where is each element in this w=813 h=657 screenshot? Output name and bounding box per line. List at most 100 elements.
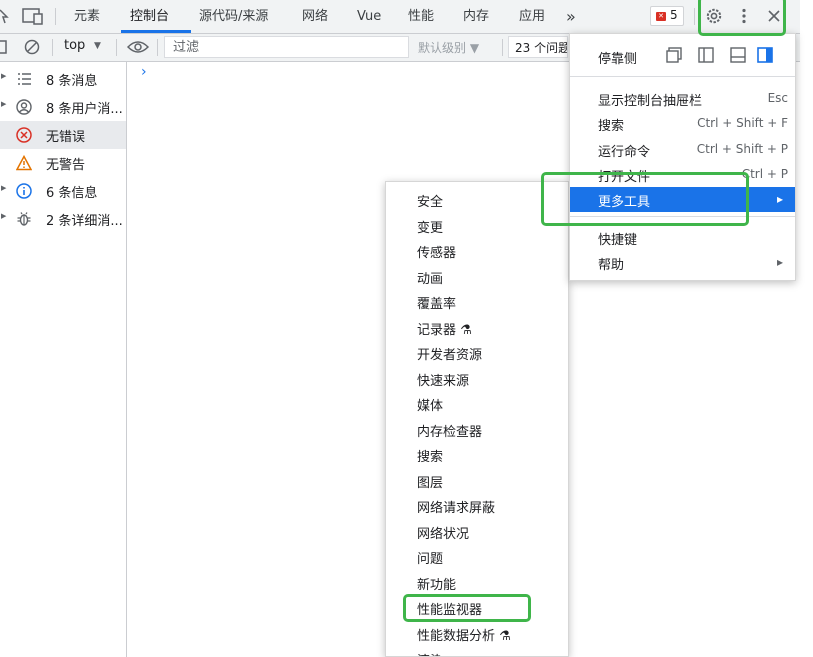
menu-item-label: 帮助 bbox=[598, 258, 625, 273]
menu-item-network-conditions[interactable]: 网络状况 bbox=[417, 523, 469, 545]
submenu-arrow-icon: ▸ bbox=[776, 192, 783, 206]
sidebar-item-label: 8 条消息 bbox=[46, 74, 98, 89]
warning-icon bbox=[15, 154, 33, 171]
tab-vue[interactable]: Vue bbox=[357, 0, 381, 33]
live-expression-eye-icon[interactable] bbox=[126, 40, 150, 58]
tab-application[interactable]: 应用 bbox=[519, 0, 545, 33]
chevron-down-icon[interactable]: ▼ bbox=[94, 41, 101, 51]
menu-item-more-tools[interactable]: 更多工具 ▸ bbox=[570, 187, 795, 212]
customize-devtools-menu: 停靠侧 显示控制台抽屉栏 Esc 搜索 Ctrl + Shift + F 运行命… bbox=[569, 33, 796, 281]
log-levels-dropdown[interactable]: 默认级别 ▼ bbox=[418, 39, 479, 56]
tab-network[interactable]: 网络 bbox=[302, 0, 328, 33]
menu-item-performance-insights[interactable]: 性能数据分析 ⚗ bbox=[417, 625, 511, 647]
divider bbox=[55, 8, 56, 25]
expand-arrow-icon[interactable]: ▶ bbox=[1, 100, 6, 108]
inspect-element-icon[interactable] bbox=[0, 7, 10, 29]
menu-item-sensors[interactable]: 传感器 bbox=[417, 242, 456, 264]
menu-item-label: 更多工具 bbox=[598, 195, 651, 210]
sidebar-item-verbose[interactable]: ▶ 2 条详细消... bbox=[0, 205, 126, 233]
menu-item-open-file[interactable]: 打开文件 Ctrl + P bbox=[570, 162, 795, 187]
menu-item-shortcut: Ctrl + Shift + P bbox=[696, 142, 788, 156]
menu-item-changes[interactable]: 变更 bbox=[417, 217, 443, 239]
expand-arrow-icon[interactable]: ▶ bbox=[1, 72, 6, 80]
filter-field[interactable] bbox=[164, 36, 409, 58]
divider bbox=[116, 39, 117, 56]
dock-bottom-icon[interactable] bbox=[730, 47, 746, 63]
menu-item-quick-source[interactable]: 快速来源 bbox=[417, 370, 469, 392]
menu-item-search[interactable]: 搜索 bbox=[417, 446, 443, 468]
menu-item-security[interactable]: 安全 bbox=[417, 191, 443, 213]
error-count: 5 bbox=[670, 8, 678, 22]
expand-arrow-icon[interactable]: ▶ bbox=[1, 184, 6, 192]
undock-icon[interactable] bbox=[666, 47, 682, 63]
sidebar-item-label: 2 条详细消... bbox=[46, 214, 123, 229]
menu-item-shortcut: Esc bbox=[767, 91, 788, 105]
menu-item-rendering[interactable]: 渲染 bbox=[417, 650, 443, 656]
menu-item-show-console-drawer[interactable]: 显示控制台抽屉栏 Esc bbox=[570, 86, 795, 111]
menu-item-recorder[interactable]: 记录器 ⚗ bbox=[417, 319, 472, 341]
menu-item-help[interactable]: 帮助 ▸ bbox=[570, 250, 795, 275]
sidebar-item-label: 8 条用户消... bbox=[46, 102, 123, 117]
menu-item-label: 搜索 bbox=[598, 119, 625, 134]
menu-separator bbox=[570, 216, 795, 217]
submenu-arrow-icon: ▸ bbox=[776, 255, 783, 269]
menu-item-animations[interactable]: 动画 bbox=[417, 268, 443, 290]
issues-label: 23 个问题 bbox=[515, 41, 568, 55]
menu-item-developer-resources[interactable]: 开发者资源 bbox=[417, 344, 482, 366]
menu-item-media[interactable]: 媒体 bbox=[417, 395, 443, 417]
dock-side-label: 停靠侧 bbox=[598, 52, 638, 67]
dock-left-icon[interactable] bbox=[698, 47, 714, 63]
sidebar-item-info[interactable]: ▶ 6 条信息 bbox=[0, 177, 126, 205]
sidebar-toggle-icon[interactable] bbox=[0, 40, 8, 58]
device-toolbar-icon[interactable] bbox=[22, 8, 44, 29]
devtools-tab-bar: 元素 控制台 源代码/来源 网络 Vue 性能 内存 应用 » ✕ 5 bbox=[0, 0, 800, 34]
sidebar-item-messages[interactable]: ▶ 8 条消息 bbox=[0, 65, 126, 93]
tab-elements[interactable]: 元素 bbox=[74, 0, 100, 33]
menu-item-label: 打开文件 bbox=[598, 170, 651, 185]
menu-item-search[interactable]: 搜索 Ctrl + Shift + F bbox=[570, 111, 795, 136]
sidebar-item-label: 6 条信息 bbox=[46, 186, 98, 201]
tab-console[interactable]: 控制台 bbox=[130, 0, 169, 33]
sidebar-item-user-messages[interactable]: ▶ 8 条用户消... bbox=[0, 93, 126, 121]
menu-item-memory-inspector[interactable]: 内存检查器 bbox=[417, 421, 482, 443]
menu-item-run-command[interactable]: 运行命令 Ctrl + Shift + P bbox=[570, 137, 795, 162]
menu-item-coverage[interactable]: 覆盖率 bbox=[417, 293, 456, 315]
context-selector[interactable]: top bbox=[64, 38, 85, 53]
console-sidebar: ▶ 8 条消息 ▶ 8 条用户消... 无错误 无警告 ▶ 6 条信息 ▶ 2 … bbox=[0, 62, 127, 657]
menu-item-layers[interactable]: 图层 bbox=[417, 472, 443, 494]
error-count-badge[interactable]: ✕ 5 bbox=[650, 6, 684, 26]
menu-item-shortcuts[interactable]: 快捷键 bbox=[570, 225, 795, 250]
issues-button[interactable]: 23 个问题 bbox=[508, 36, 568, 58]
menu-item-shortcut: Ctrl + Shift + F bbox=[697, 116, 788, 130]
close-icon[interactable] bbox=[768, 10, 780, 26]
clear-console-icon[interactable] bbox=[24, 39, 40, 59]
tab-performance[interactable]: 性能 bbox=[408, 0, 434, 33]
log-levels-label: 默认级别 bbox=[418, 41, 467, 55]
menu-item-network-request-blocking[interactable]: 网络请求屏蔽 bbox=[417, 497, 495, 519]
user-icon bbox=[16, 99, 32, 115]
more-tools-submenu: 安全 变更 传感器 动画 覆盖率 记录器 ⚗ 开发者资源 快速来源 媒体 内存检… bbox=[385, 181, 569, 657]
info-icon bbox=[16, 183, 32, 199]
menu-item-whats-new[interactable]: 新功能 bbox=[417, 574, 456, 596]
list-icon bbox=[16, 71, 32, 87]
sidebar-item-label: 无警告 bbox=[46, 158, 86, 173]
more-options-icon[interactable] bbox=[741, 8, 747, 28]
expand-arrow-icon[interactable]: ▶ bbox=[1, 212, 6, 220]
active-tab-indicator bbox=[121, 30, 191, 33]
settings-gear-icon[interactable] bbox=[705, 7, 723, 29]
filter-input[interactable] bbox=[171, 39, 405, 56]
error-icon: ✕ bbox=[656, 12, 666, 21]
error-icon bbox=[16, 127, 32, 143]
menu-item-issues[interactable]: 问题 bbox=[417, 548, 443, 570]
menu-item-performance-monitor[interactable]: 性能监视器 bbox=[417, 599, 482, 621]
divider bbox=[694, 8, 695, 25]
dock-right-icon[interactable] bbox=[757, 47, 773, 63]
menu-item-label: 快捷键 bbox=[598, 233, 638, 248]
menu-separator bbox=[570, 76, 795, 77]
tab-memory[interactable]: 内存 bbox=[463, 0, 489, 33]
sidebar-item-warnings[interactable]: 无警告 bbox=[0, 149, 126, 177]
divider bbox=[502, 39, 503, 56]
more-tabs-button[interactable]: » bbox=[566, 0, 576, 33]
sidebar-item-errors[interactable]: 无错误 bbox=[0, 121, 126, 149]
tab-sources[interactable]: 源代码/来源 bbox=[199, 0, 268, 33]
